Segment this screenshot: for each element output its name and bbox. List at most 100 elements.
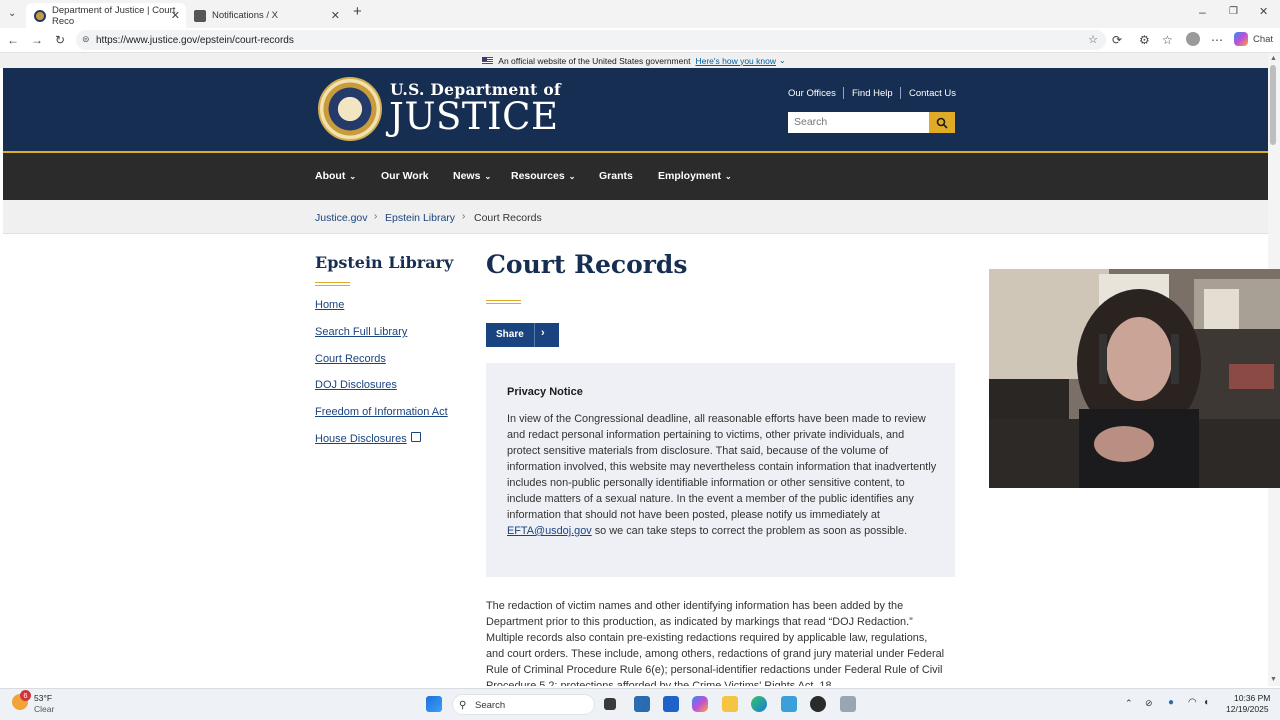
breadcrumb-justice-gov[interactable]: Justice.gov [315,212,368,224]
tray-chevron-up-icon[interactable]: ⌃ [1125,698,1133,709]
webcam-feed-image [989,269,1280,488]
weather-badge: 6 [20,690,31,701]
doj-favicon-icon [34,9,46,22]
header-link-find-help[interactable]: Find Help [852,88,893,99]
chevron-down-icon: ⌄ [484,172,492,181]
forward-icon[interactable]: → [31,33,43,47]
defender-shield-icon[interactable] [634,696,650,712]
tab-x[interactable]: Notifications / X ✕ [186,3,346,28]
sidebar-link-search-full-library[interactable]: Search Full Library [315,326,407,338]
profile-avatar-icon[interactable] [1186,32,1200,46]
copilot-icon[interactable] [1234,32,1248,46]
sidebar-link-home[interactable]: Home [315,299,344,311]
task-view-icon[interactable] [604,698,616,710]
nav-employment[interactable]: Employment ⌄ [658,170,732,182]
file-explorer-icon[interactable] [722,696,738,712]
gov-banner: An official website of the United States… [0,53,1268,68]
weather-desc: Clear [34,704,55,714]
taskbar-search-box[interactable]: ⚲ Search [452,694,595,715]
nav-resources[interactable]: Resources ⌄ [511,170,575,182]
favorites-icon[interactable]: ☆ [1162,33,1173,47]
back-icon[interactable]: ← [7,33,19,47]
search-icon: ⚲ [459,700,467,711]
doj-seal-logo[interactable] [318,77,382,141]
copilot-app-icon[interactable] [692,696,708,712]
breadcrumb [3,200,1268,234]
tray-wifi-icon[interactable]: ◠ [1188,697,1197,708]
scrollbar-thumb[interactable] [1270,65,1276,145]
reload-icon[interactable]: ↻ [55,33,65,47]
minimize-icon[interactable]: – [1199,5,1206,19]
tray-mic-icon[interactable]: ● [1168,697,1174,708]
privacy-notice-text: In view of the Congressional deadline, a… [507,411,937,539]
breadcrumb-current: Court Records [474,212,542,224]
browser-toolbar: ← → ↻ ⊜ https://www.justice.gov/epstein/… [0,28,1280,53]
nav-label: Employment [658,170,722,182]
nav-label: News [453,170,481,182]
tab-list-chevron-icon[interactable]: ⌄ [8,7,16,21]
nav-label: Our Work [381,170,429,182]
microsoft-store-icon[interactable] [663,696,679,712]
tray-meet-icon[interactable]: ⊘ [1145,698,1153,709]
breadcrumb-epstein-library[interactable]: Epstein Library [385,212,455,224]
nav-label: About [315,170,346,182]
obs-app-icon[interactable] [810,696,826,712]
restore-icon[interactable]: ❐ [1229,5,1238,19]
chevron-right-icon: › [541,327,545,339]
header-link-our-offices[interactable]: Our Offices [788,88,836,99]
site-search-input[interactable] [788,112,929,133]
nav-about[interactable]: About ⌄ [315,170,356,182]
close-tab-icon[interactable]: ✕ [171,9,180,22]
chat-label[interactable]: Chat [1253,33,1273,47]
favorite-star-icon[interactable]: ☆ [1088,33,1098,46]
nav-label: Resources [511,170,565,182]
header-link-contact-us[interactable]: Contact Us [909,88,956,99]
reading-icon[interactable]: ⚙ [1139,33,1150,47]
edge-browser-icon[interactable] [751,696,767,712]
nav-our-work[interactable]: Our Work [381,170,429,182]
taskbar-search-label: Search [475,700,506,711]
header-link-separator [843,87,844,99]
chevron-down-icon: ⌄ [349,172,357,181]
sidebar-link-court-records[interactable]: Court Records [315,353,386,365]
efta-email-link[interactable]: EFTA@usdoj.gov [507,525,592,537]
more-menu-icon[interactable]: ⋯ [1211,33,1223,47]
sidebar-link-foia[interactable]: Freedom of Information Act [315,406,448,418]
sidebar-link-doj-disclosures[interactable]: DOJ Disclosures [315,379,397,391]
address-bar[interactable]: ⊜ https://www.justice.gov/epstein/court-… [76,30,1106,50]
us-flag-icon [482,57,494,64]
tab-title: Notifications / X [212,10,278,21]
start-windows-icon[interactable] [426,696,442,712]
scroll-up-icon[interactable]: ▲ [1270,55,1277,62]
nav-grants[interactable]: Grants [599,170,633,182]
search-button[interactable] [929,112,955,133]
chevron-down-icon: ⌄ [725,172,732,181]
tab-doj[interactable]: Department of Justice | Court Reco ✕ [26,3,186,28]
webcam-overlay [989,269,1280,488]
site-header [3,68,1268,151]
site-info-icon[interactable]: ⊜ [82,34,90,45]
tray-volume-icon[interactable]: ◖ [1203,697,1209,708]
snipping-tool-icon[interactable] [840,696,856,712]
share-button[interactable]: Share › [486,323,559,347]
scroll-down-icon[interactable]: ▼ [1270,676,1277,683]
share-label: Share [496,329,524,340]
taskbar-date[interactable]: 12/19/2025 [1226,704,1269,714]
extensions-icon[interactable]: ⟳ [1112,33,1122,47]
sidebar-title-rule [315,282,350,286]
heres-how-you-know-link[interactable]: Here's how you know [695,56,776,66]
taskbar-time[interactable]: 10:36 PM [1234,693,1270,703]
page-title-rule [486,300,521,304]
new-tab-icon[interactable]: + [353,4,362,19]
main-nav [3,153,1268,200]
notepad-icon[interactable] [781,696,797,712]
sidebar-link-house-disclosures[interactable]: House Disclosures [315,433,407,445]
close-tab-icon[interactable]: ✕ [331,9,340,22]
dept-name-line2[interactable]: JUSTICE [389,95,558,138]
search-icon [936,117,948,129]
weather-temp[interactable]: 53°F [34,693,52,703]
window-close-icon[interactable]: ✕ [1259,5,1268,19]
nav-news[interactable]: News ⌄ [453,170,491,182]
gov-banner-text: An official website of the United States… [498,55,691,66]
page-title: Court Records [486,250,688,279]
